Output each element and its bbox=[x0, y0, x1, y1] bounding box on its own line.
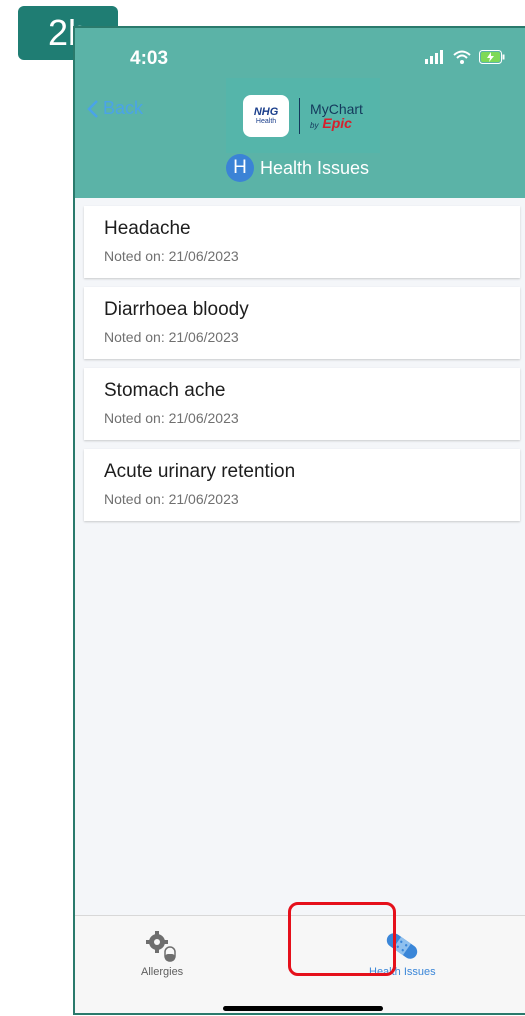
nhg-logo: NHG Health bbox=[243, 94, 290, 137]
signal-icon bbox=[425, 50, 443, 64]
page-title-text: Health Issues bbox=[260, 157, 370, 178]
allergies-icon bbox=[146, 931, 176, 962]
list-item[interactable]: Stomach ache Noted on: 21/06/2023 bbox=[84, 368, 520, 440]
phone-screen: 4:03 Back NHG Health MyChart by Epic H H… bbox=[73, 26, 525, 1015]
wifi-icon bbox=[453, 50, 471, 64]
mychart-logo: MyChart by Epic bbox=[310, 102, 363, 130]
issue-noted-date: Noted on: 21/06/2023 bbox=[104, 329, 239, 345]
home-indicator bbox=[223, 1006, 383, 1011]
issue-name: Stomach ache bbox=[104, 380, 226, 401]
logo-brand: MyChart bbox=[310, 100, 363, 117]
issue-noted-date: Noted on: 21/06/2023 bbox=[104, 410, 239, 426]
logo-org-sub: Health bbox=[255, 117, 277, 125]
logo-vendor: by Epic bbox=[310, 116, 363, 130]
avatar: H bbox=[226, 154, 254, 182]
issue-name: Diarrhoea bloody bbox=[104, 299, 249, 320]
logo-by: by bbox=[310, 120, 319, 130]
chevron-left-icon bbox=[87, 99, 98, 118]
app-header: 4:03 Back NHG Health MyChart by Epic H H… bbox=[75, 28, 525, 198]
app-logo: NHG Health MyChart by Epic bbox=[226, 78, 380, 153]
issue-name: Acute urinary retention bbox=[104, 461, 296, 482]
list-item[interactable]: Headache Noted on: 21/06/2023 bbox=[84, 206, 520, 278]
list-item[interactable]: Diarrhoea bloody Noted on: 21/06/2023 bbox=[84, 287, 520, 359]
issue-noted-date: Noted on: 21/06/2023 bbox=[104, 491, 239, 507]
issue-noted-date: Noted on: 21/06/2023 bbox=[104, 248, 239, 264]
back-button[interactable]: Back bbox=[87, 98, 143, 119]
logo-org: NHG bbox=[253, 105, 279, 118]
page-title: H Health Issues bbox=[226, 154, 369, 182]
status-icons bbox=[425, 50, 505, 64]
tab-allergies[interactable]: Allergies bbox=[141, 930, 183, 978]
highlight-box bbox=[288, 902, 396, 976]
issue-name: Headache bbox=[104, 218, 191, 239]
status-time: 4:03 bbox=[130, 48, 169, 69]
health-issues-list: Headache Noted on: 21/06/2023 Diarrhoea … bbox=[84, 206, 520, 530]
back-label: Back bbox=[103, 98, 144, 118]
battery-charging-icon bbox=[479, 50, 505, 64]
list-item[interactable]: Acute urinary retention Noted on: 21/06/… bbox=[84, 449, 520, 521]
tab-allergies-label: Allergies bbox=[141, 966, 184, 978]
logo-vendor-name: Epic bbox=[322, 114, 352, 131]
logo-divider bbox=[299, 97, 301, 134]
